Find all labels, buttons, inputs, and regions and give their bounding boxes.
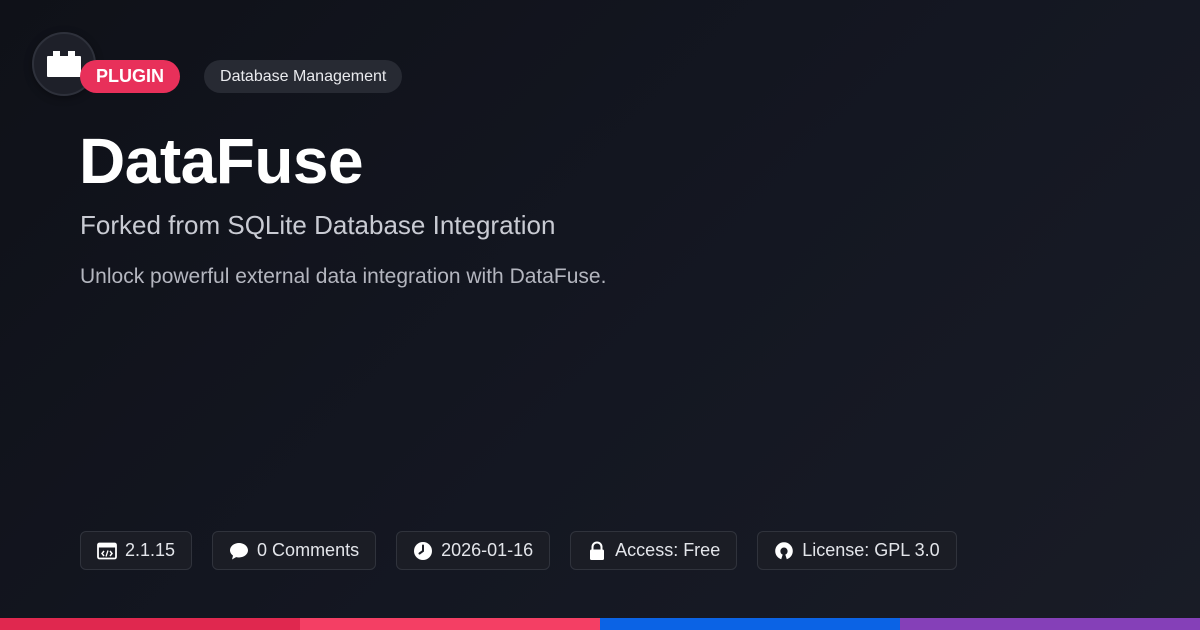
category-badge[interactable]: Database Management [204, 60, 403, 93]
license-pill: License: GPL 3.0 [757, 531, 957, 570]
brand-color-bar [0, 618, 1200, 630]
page-title: DataFuse [79, 125, 364, 197]
date-pill: 2026-01-16 [396, 531, 551, 570]
plugin-block-icon [47, 51, 81, 77]
access-pill: Access: Free [570, 531, 738, 570]
page-description: Unlock powerful external data integratio… [80, 265, 607, 288]
color-bar-segment [300, 618, 600, 630]
clock-icon [413, 541, 433, 561]
comment-bubble-icon [229, 541, 249, 561]
comments-text: 0 Comments [257, 540, 360, 560]
page-subtitle: Forked from SQLite Database Integration [80, 210, 556, 240]
color-bar-segment [0, 618, 300, 630]
date-text: 2026-01-16 [441, 540, 534, 560]
code-window-icon [97, 541, 117, 561]
badge-row: PLUGIN Database Management [80, 60, 403, 93]
meta-row: 2.1.15 0 Comments 2026-01-16 Access: Fre… [80, 531, 957, 570]
version-text: 2.1.15 [125, 540, 176, 560]
lock-icon [587, 540, 607, 561]
type-badge: PLUGIN [80, 60, 181, 93]
open-source-icon [774, 541, 794, 561]
access-text: Access: Free [615, 540, 721, 560]
color-bar-segment [600, 618, 900, 630]
version-pill: 2.1.15 [80, 531, 193, 570]
comments-pill[interactable]: 0 Comments [212, 531, 377, 570]
color-bar-segment [900, 618, 1200, 630]
license-text: License: GPL 3.0 [802, 540, 940, 560]
